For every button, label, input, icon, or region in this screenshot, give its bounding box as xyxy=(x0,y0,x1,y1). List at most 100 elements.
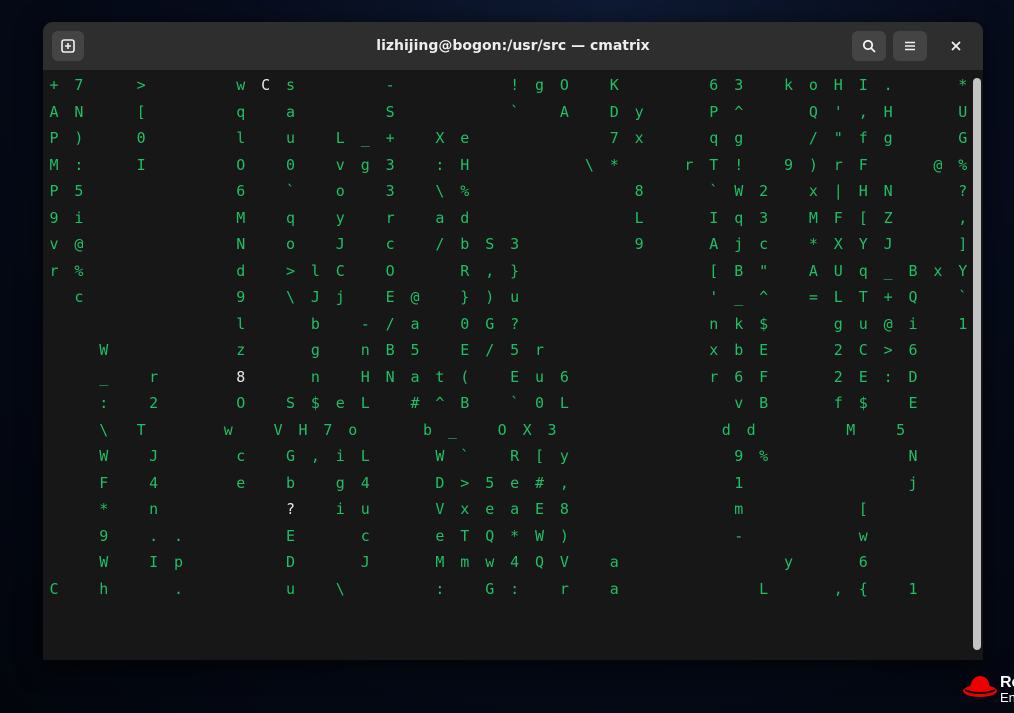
matrix-glyph: d xyxy=(236,261,246,280)
matrix-glyph: H xyxy=(883,102,893,121)
matrix-glyph: @ xyxy=(74,235,84,253)
matrix-glyph: g xyxy=(335,473,345,492)
matrix-glyph: + xyxy=(49,76,59,94)
matrix-glyph: g xyxy=(883,129,893,147)
search-button[interactable] xyxy=(852,31,886,61)
matrix-glyph: \ xyxy=(335,579,345,598)
matrix-glyph: B xyxy=(385,341,395,359)
matrix-glyph: > xyxy=(460,473,470,492)
matrix-glyph: G xyxy=(485,579,495,598)
matrix-glyph: @ xyxy=(883,314,893,333)
matrix-glyph: : xyxy=(435,579,445,598)
matrix-glyph: 3 xyxy=(547,420,557,439)
matrix-glyph: E xyxy=(534,500,545,518)
matrix-glyph: a xyxy=(435,208,445,227)
matrix-glyph: r xyxy=(709,367,719,386)
matrix-glyph: [ xyxy=(534,447,545,465)
matrix-glyph: ! xyxy=(734,155,744,174)
matrix-glyph: * xyxy=(510,526,520,545)
matrix-glyph: A xyxy=(559,102,569,121)
redhat-logo: Re En xyxy=(962,668,1014,713)
matrix-glyph: , xyxy=(833,579,843,598)
matrix-glyph: _ xyxy=(883,261,893,280)
matrix-glyph: 6 xyxy=(559,367,569,386)
terminal-output[interactable]: +7 > w Cs -! g O K 6 3 k o H I. * A N[q a S ` A Dy P ^ Q ', H U P) 0 l… xyxy=(43,70,971,660)
titlebar: lizhijing@bogon:/usr/src — cmatrix xyxy=(43,22,983,71)
matrix-glyph: ( xyxy=(460,367,470,386)
search-icon xyxy=(862,39,876,53)
matrix-glyph: k xyxy=(783,76,794,94)
matrix-glyph: y xyxy=(559,447,569,465)
matrix-glyph: ` xyxy=(460,447,470,465)
matrix-glyph: 6 xyxy=(908,341,918,359)
matrix-glyph: [ xyxy=(858,500,868,518)
scrollbar-thumb[interactable] xyxy=(973,78,981,650)
matrix-glyph: c xyxy=(74,288,84,306)
matrix-glyph: g xyxy=(310,341,320,359)
matrix-glyph: w xyxy=(485,553,495,571)
matrix-glyph: E xyxy=(510,367,520,386)
matrix-glyph: K xyxy=(609,76,619,94)
matrix-glyph: + xyxy=(385,129,395,147)
matrix-glyph: n xyxy=(310,367,320,386)
menu-button[interactable] xyxy=(893,31,927,61)
window-title: lizhijing@bogon:/usr/src — cmatrix xyxy=(376,38,650,54)
matrix-glyph: c xyxy=(236,447,246,465)
matrix-glyph: a xyxy=(609,579,619,598)
matrix-glyph: N xyxy=(236,235,246,253)
matrix-glyph: Q xyxy=(908,288,918,306)
matrix-glyph: E xyxy=(285,526,296,545)
matrix-glyph: i xyxy=(74,208,84,227)
matrix-glyph: 8 xyxy=(559,500,569,518)
matrix-glyph: v xyxy=(734,394,744,412)
matrix-glyph: u xyxy=(534,367,545,386)
close-button[interactable] xyxy=(941,31,971,61)
matrix-glyph: m xyxy=(460,553,470,571)
matrix-glyph: J xyxy=(883,235,893,253)
matrix-glyph: n xyxy=(360,341,370,359)
matrix-glyph: g xyxy=(534,76,545,94)
matrix-glyph: e xyxy=(485,500,495,518)
matrix-glyph: E xyxy=(385,288,395,306)
matrix-glyph: . xyxy=(149,526,159,545)
matrix-glyph: c xyxy=(759,235,769,253)
matrix-glyph: ) xyxy=(808,155,818,174)
matrix-glyph: b xyxy=(422,420,433,439)
matrix-glyph: 6 xyxy=(236,182,246,200)
scrollbar[interactable] xyxy=(971,70,983,660)
matrix-glyph: 3 xyxy=(734,76,744,94)
matrix-glyph: S xyxy=(385,102,395,121)
matrix-glyph: B xyxy=(734,261,744,280)
matrix-glyph: G xyxy=(958,129,968,147)
matrix-glyph: i xyxy=(335,500,345,518)
matrix-glyph: o xyxy=(348,420,358,439)
matrix-glyph: L xyxy=(559,394,569,412)
matrix-glyph: a xyxy=(410,314,420,333)
matrix-glyph: O xyxy=(385,261,395,280)
matrix-glyph: O xyxy=(497,420,507,439)
matrix-glyph: u xyxy=(510,288,520,306)
matrix-glyph: N xyxy=(74,102,84,121)
matrix-glyph: r xyxy=(149,367,159,386)
matrix-glyph: q xyxy=(285,208,296,227)
matrix-glyph: % xyxy=(74,261,84,280)
matrix-glyph: * xyxy=(99,500,109,518)
matrix-glyph: > xyxy=(136,76,146,94)
matrix-glyph: . xyxy=(173,579,184,598)
matrix-glyph: e xyxy=(510,473,520,492)
matrix-glyph: 2 xyxy=(833,367,843,386)
matrix-glyph: _ xyxy=(734,288,744,306)
matrix-glyph: H xyxy=(298,420,308,439)
matrix-glyph: \ xyxy=(285,288,296,306)
matrix-glyph: ) xyxy=(74,129,84,147)
matrix-glyph: Q xyxy=(808,102,818,121)
matrix-glyph: * xyxy=(609,155,619,174)
matrix-glyph: : xyxy=(435,155,445,174)
matrix-glyph: c xyxy=(385,235,395,253)
matrix-glyph: i xyxy=(335,447,345,465)
matrix-glyph: 0 xyxy=(460,314,470,333)
matrix-glyph: ^ xyxy=(435,394,445,412)
matrix-glyph: U xyxy=(958,102,968,121)
matrix-glyph: / xyxy=(808,129,818,147)
matrix-glyph: 3 xyxy=(385,182,395,200)
